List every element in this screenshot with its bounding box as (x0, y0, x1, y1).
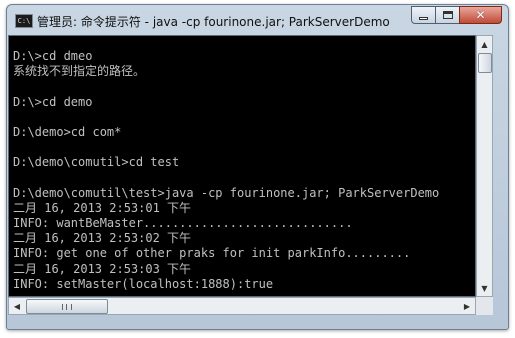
title-bar[interactable]: C:\ 管理员: 命令提示符 - java -cp fourinone.jar;… (7, 5, 508, 33)
vertical-scrollbar[interactable]: ▲ ▼ (476, 35, 493, 297)
scroll-up-icon[interactable]: ▲ (477, 36, 492, 52)
caption-buttons: ✕ (411, 6, 502, 26)
console-line: INFO: wantBeMaster......................… (13, 216, 353, 231)
console-line: 系统找不到指定的路径。 (13, 64, 146, 79)
horizontal-scroll-thumb[interactable] (26, 299, 108, 314)
grip-icon (62, 303, 72, 310)
console-line: 二月 16, 2013 2:53:03 下午 (13, 261, 192, 276)
close-button[interactable]: ✕ (459, 6, 502, 24)
scroll-left-icon[interactable]: ◀ (9, 298, 25, 314)
console-line: 二月 16, 2013 2:53:01 下午 (13, 200, 192, 215)
scroll-down-icon[interactable]: ▼ (477, 280, 492, 296)
console-line: D:\demo\comutil>cd test (13, 155, 180, 170)
console-line: INFO: get one of other praks for init pa… (13, 246, 411, 261)
horizontal-scrollbar[interactable]: ◀ ▶ (8, 297, 476, 315)
maximize-button[interactable] (435, 6, 460, 24)
scrollbar-corner (476, 297, 493, 315)
scroll-right-icon[interactable]: ▶ (459, 298, 475, 314)
console-line: D:\demo>cd com* (13, 124, 122, 139)
console-line: D:\demo\comutil\test>java -cp fourinone.… (13, 185, 440, 200)
close-icon: ✕ (475, 8, 486, 22)
console-line: INFO: setMaster(localhost:1888):true (13, 276, 274, 291)
console-line: D:\>cd demo (13, 94, 93, 109)
window-title: 管理员: 命令提示符 - java -cp fourinone.jar; Par… (37, 15, 390, 29)
minimize-button[interactable] (411, 6, 436, 24)
vertical-scroll-thumb[interactable] (478, 53, 492, 73)
maximize-icon (442, 11, 453, 19)
console-output[interactable]: D:\>cd dmeo 系统找不到指定的路径。 D:\>cd demo D:\demo… (8, 35, 476, 297)
command-prompt-icon[interactable]: C:\ (15, 14, 33, 28)
minimize-icon (419, 17, 428, 20)
console-line: D:\>cd dmeo (13, 49, 93, 63)
console-lines: D:\>cd dmeo 系统找不到指定的路径。 D:\>cd demo D:\demo… (13, 49, 473, 292)
console-line: 二月 16, 2013 2:53:02 下午 (13, 231, 192, 246)
